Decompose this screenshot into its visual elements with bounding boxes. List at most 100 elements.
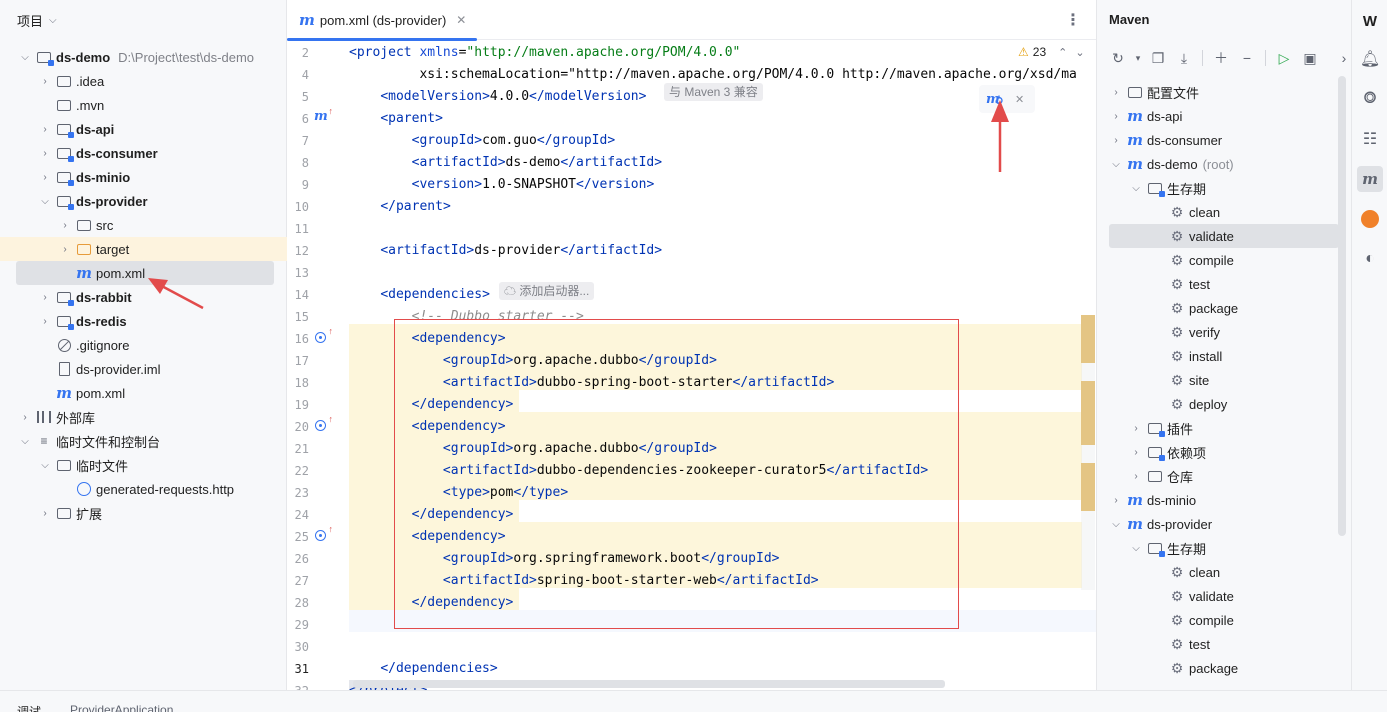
copilot-icon[interactable]: ◐ (1357, 246, 1383, 272)
run-config-tab[interactable]: ProviderApplication (70, 703, 173, 712)
remove-icon[interactable]: − (1236, 47, 1258, 69)
run-icon[interactable]: ▷ (1273, 47, 1295, 69)
maven-goal-compile[interactable]: ⚙ compile (1097, 248, 1352, 272)
dependency-gutter-icon[interactable]: ↑ (314, 326, 333, 345)
tree-item-target[interactable]: › target (0, 237, 287, 261)
editor-vscroll-thumb[interactable] (1081, 315, 1095, 590)
chevron-down-icon[interactable]: ⌵ (18, 436, 32, 447)
chevron-right-icon[interactable]: › (1129, 423, 1143, 434)
chevron-right-icon[interactable]: › (38, 292, 52, 303)
chevron-right-icon[interactable]: › (38, 316, 52, 327)
add-icon[interactable]: ＋ (1210, 47, 1232, 69)
maven-goal-validate[interactable]: ⚙ validate (1109, 224, 1339, 248)
chevron-right-icon[interactable]: › (1109, 87, 1123, 98)
chevron-right-icon[interactable]: › (38, 124, 52, 135)
tree-item-iml[interactable]: ds-provider.iml (0, 357, 287, 381)
chevron-down-icon[interactable]: ⌵ (38, 460, 52, 471)
chevron-down-icon[interactable]: ⌄ (1075, 46, 1084, 59)
chevron-right-icon[interactable]: › (38, 76, 52, 87)
maven-item-ds-minio[interactable]: › m ds-minio (1097, 488, 1352, 512)
maven-item-lifecycle[interactable]: ⌵ 生存期 (1097, 176, 1352, 200)
dependency-gutter-icon[interactable]: ↑ (314, 414, 333, 433)
plugin-orange-icon[interactable] (1357, 206, 1383, 232)
reload-icon[interactable]: ↻ (1107, 47, 1129, 69)
maven-item-ds-api[interactable]: › m ds-api (1097, 104, 1352, 128)
maven-goal-deploy[interactable]: ⚙ deploy (1097, 392, 1352, 416)
tree-item-ds-redis[interactable]: › ds-redis (0, 309, 287, 333)
maven-goal-package[interactable]: ⚙ package (1097, 296, 1352, 320)
chevron-right-icon[interactable]: › (1109, 495, 1123, 506)
maven-tool-icon[interactable]: m (1357, 166, 1383, 192)
maven-goal-validate[interactable]: ⚙ validate (1097, 584, 1352, 608)
maven-goal-compile[interactable]: ⚙ compile (1097, 608, 1352, 632)
tree-item-gitignore[interactable]: .gitignore (0, 333, 287, 357)
generate-sources-icon[interactable]: ❐ (1147, 47, 1169, 69)
chevron-down-icon[interactable]: ⌵ (1129, 183, 1143, 194)
chevron-right-icon[interactable]: › (1109, 135, 1123, 146)
editor-hscroll-thumb[interactable] (353, 680, 945, 688)
close-icon[interactable]: ✕ (1015, 93, 1024, 106)
tree-item-ds-api[interactable]: › ds-api (0, 117, 287, 141)
chevron-right-icon[interactable]: › (1129, 471, 1143, 482)
add-starter-hint[interactable]: ☁ 添加启动器... (499, 282, 595, 300)
maven-compat-hint[interactable]: 与 Maven 3 兼容 (664, 83, 763, 101)
execute-goal-icon[interactable]: ▣ (1299, 47, 1321, 69)
download-icon[interactable]: ⤓ (1173, 47, 1195, 69)
tree-item-ds-consumer[interactable]: › ds-consumer (0, 141, 287, 165)
maven-vscroll-thumb[interactable] (1338, 76, 1346, 536)
maven-item-ds-demo[interactable]: ⌵ m ds-demo (root) (1097, 152, 1352, 176)
chevron-right-icon[interactable]: › (18, 412, 32, 423)
debug-tab[interactable]: 调试 (17, 703, 41, 712)
chevron-right-icon[interactable]: › (38, 508, 52, 519)
maven-item-lifecycle-provider[interactable]: ⌵ 生存期 (1097, 536, 1352, 560)
maven-goal-test[interactable]: ⚙ test (1097, 272, 1352, 296)
tree-item-scratch-files[interactable]: ⌵ 临时文件 (0, 453, 287, 477)
chevron-right-icon[interactable]: › (1109, 111, 1123, 122)
chevron-down-icon[interactable]: ⌵ (49, 15, 57, 26)
maven-item-ds-consumer[interactable]: › m ds-consumer (1097, 128, 1352, 152)
chevron-right-icon[interactable]: › (38, 172, 52, 183)
maven-goal-clean[interactable]: ⚙ clean (1097, 200, 1352, 224)
tree-item-src[interactable]: › src (0, 213, 287, 237)
tree-item-ds-rabbit[interactable]: › ds-rabbit (0, 285, 287, 309)
editor-tab-pom[interactable]: m pom.xml (ds-provider) ✕ (287, 0, 477, 41)
chevron-down-icon[interactable]: ⌵ (1109, 519, 1123, 530)
maven-parent-gutter-icon[interactable]: m ↑ (314, 106, 333, 125)
maven-goal-site[interactable]: ⚙ site (1097, 368, 1352, 392)
maven-item-repositories[interactable]: › 仓库 (1097, 464, 1352, 488)
tree-item-http-file[interactable]: generated-requests.http (0, 477, 287, 501)
tree-item-ds-demo[interactable]: ⌵ ds-demo D:\Project\test\ds-demo (0, 45, 287, 69)
tree-item-pom-selected[interactable]: m pom.xml (16, 261, 274, 285)
maven-goal-package[interactable]: ⚙ package (1097, 656, 1352, 680)
tree-item-external-libs[interactable]: › 外部库 (0, 405, 287, 429)
chevron-down-icon[interactable]: ⌵ (1129, 543, 1143, 554)
tree-item-scratches[interactable]: ⌵ ≡ 临时文件和控制台 (0, 429, 287, 453)
chevron-up-icon[interactable]: ⌃ (1058, 46, 1067, 59)
tree-item-ds-provider[interactable]: ⌵ ds-provider (0, 189, 287, 213)
tree-item-mvn[interactable]: .mvn (0, 93, 287, 117)
ai-assistant-icon[interactable]: ⭗ (1357, 86, 1383, 112)
dependency-gutter-icon[interactable]: ↑ (314, 524, 333, 543)
close-icon[interactable]: ✕ (456, 13, 466, 27)
chevron-right-icon[interactable]: › (1129, 447, 1143, 458)
maven-item-profiles[interactable]: › 配置文件 (1097, 80, 1352, 104)
chevron-down-icon[interactable]: ⌵ (1109, 159, 1123, 170)
notifications-bell-icon[interactable]: 🔔︎ (1357, 46, 1383, 72)
chevron-right-icon[interactable]: › (58, 244, 72, 255)
project-panel-header[interactable]: 项目 ⌵ (0, 0, 286, 40)
tree-item-idea[interactable]: › .idea (0, 69, 287, 93)
tree-item-root-pom[interactable]: m pom.xml (0, 381, 287, 405)
maven-goal-verify[interactable]: ⚙ verify (1097, 320, 1352, 344)
tree-item-extensions[interactable]: › 扩展 (0, 501, 287, 525)
tree-item-ds-minio[interactable]: › ds-minio (0, 165, 287, 189)
maven-item-dependencies[interactable]: › 依赖项 (1097, 440, 1352, 464)
inspection-widget[interactable]: ⚠ 23 ⌃ ⌄ (1018, 45, 1085, 59)
wordmark-w-icon[interactable]: W (1357, 8, 1383, 34)
maven-reload-button[interactable]: m (983, 88, 1005, 110)
chevron-down-icon[interactable]: ▾ (1133, 47, 1143, 69)
database-icon[interactable]: ☷ (1357, 126, 1383, 152)
chevron-down-icon[interactable]: ⌵ (38, 196, 52, 207)
maven-goal-test[interactable]: ⚙ test (1097, 632, 1352, 656)
maven-item-ds-provider[interactable]: ⌵ m ds-provider (1097, 512, 1352, 536)
more-vertical-icon[interactable]: ⋮ (1065, 10, 1081, 30)
